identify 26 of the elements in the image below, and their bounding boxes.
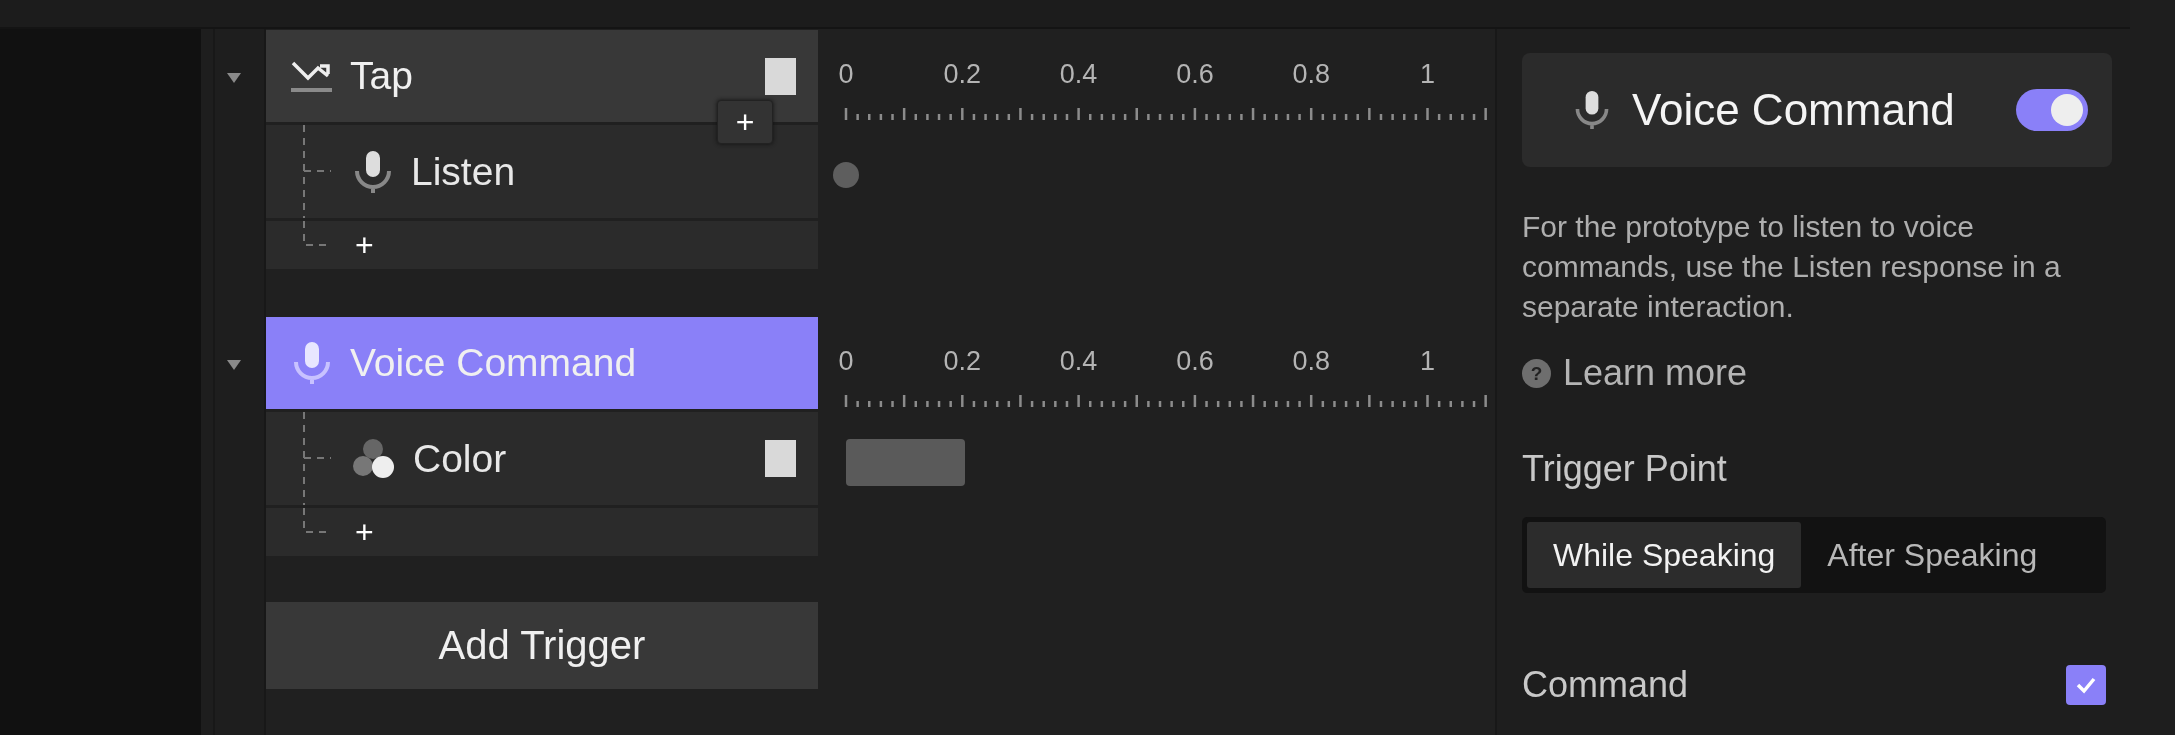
learn-more-link[interactable]: Learn more [1563,352,1748,394]
color-swatch[interactable] [765,440,796,477]
section-label: Trigger Point [1522,447,1728,491]
help-icon: ? [1522,358,1551,388]
add-response-button[interactable]: + [351,225,378,265]
trigger-title: Voice Command [1632,85,1955,135]
response-row[interactable]: Color [266,412,818,505]
response-name: Color [413,436,507,481]
command-label: Command [1522,664,1689,706]
segment-option[interactable]: After Speaking [1801,522,2064,588]
add-trigger-button[interactable]: Add Trigger [266,602,818,689]
timeline-ruler: 0 0.2 0.4 0.6 0.8 1 [818,317,1495,409]
description-text: For the prototype to listen to voice commands, use the Listen response in a separate interaction. [1522,209,2062,325]
toggle-switch[interactable] [2016,89,2088,131]
color-swatch[interactable] [765,57,796,95]
checkbox[interactable] [2066,665,2106,705]
timeline-ruler: 0 0.2 0.4 0.6 0.8 1 [818,30,1495,122]
collapse-triangle-icon[interactable] [225,358,242,371]
segment-option[interactable]: While Speaking [1527,522,1802,588]
add-response-button[interactable]: + [717,100,773,144]
collapse-triangle-icon[interactable] [225,71,242,84]
timeline-marker[interactable] [833,162,859,188]
add-response-button[interactable]: + [351,512,378,552]
trigger-name: Tap [350,54,413,98]
response-name: Listen [411,149,516,194]
trigger-name: Voice Command [350,341,637,385]
